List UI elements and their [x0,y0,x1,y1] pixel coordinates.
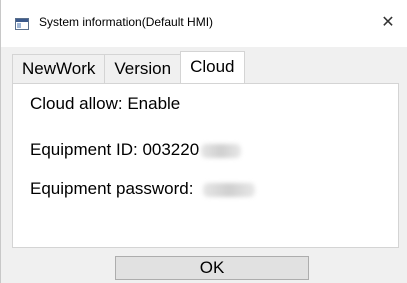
cloud-allow-label: Cloud allow: Enable [30,94,181,113]
system-information-dialog: System information(Default HMI) ✕ NewWor… [0,0,407,283]
equipment-id-label: Equipment ID: 003220 [30,140,200,159]
tab-cloud[interactable]: Cloud [180,51,245,83]
close-icon: ✕ [381,14,395,31]
equipment-password-label: Equipment password: [30,179,194,198]
tab-bar: NewWork Version Cloud [12,51,245,83]
window-title: System information(Default HMI) [39,15,214,29]
tab-newwork[interactable]: NewWork [12,54,106,83]
title-bar: System information(Default HMI) ✕ [1,0,407,47]
ok-button[interactable]: OK [115,256,309,280]
equipment-id-row: Equipment ID: 003220 [30,140,242,160]
cloud-tab-panel: Cloud allow: Enable Equipment ID: 003220… [12,83,399,248]
tab-version[interactable]: Version [104,54,182,83]
redacted-equipment-id [201,143,242,158]
equipment-password-row: Equipment password: [30,179,256,199]
close-button[interactable]: ✕ [373,8,403,38]
redacted-equipment-password [203,182,256,197]
window-app-icon [15,17,29,30]
